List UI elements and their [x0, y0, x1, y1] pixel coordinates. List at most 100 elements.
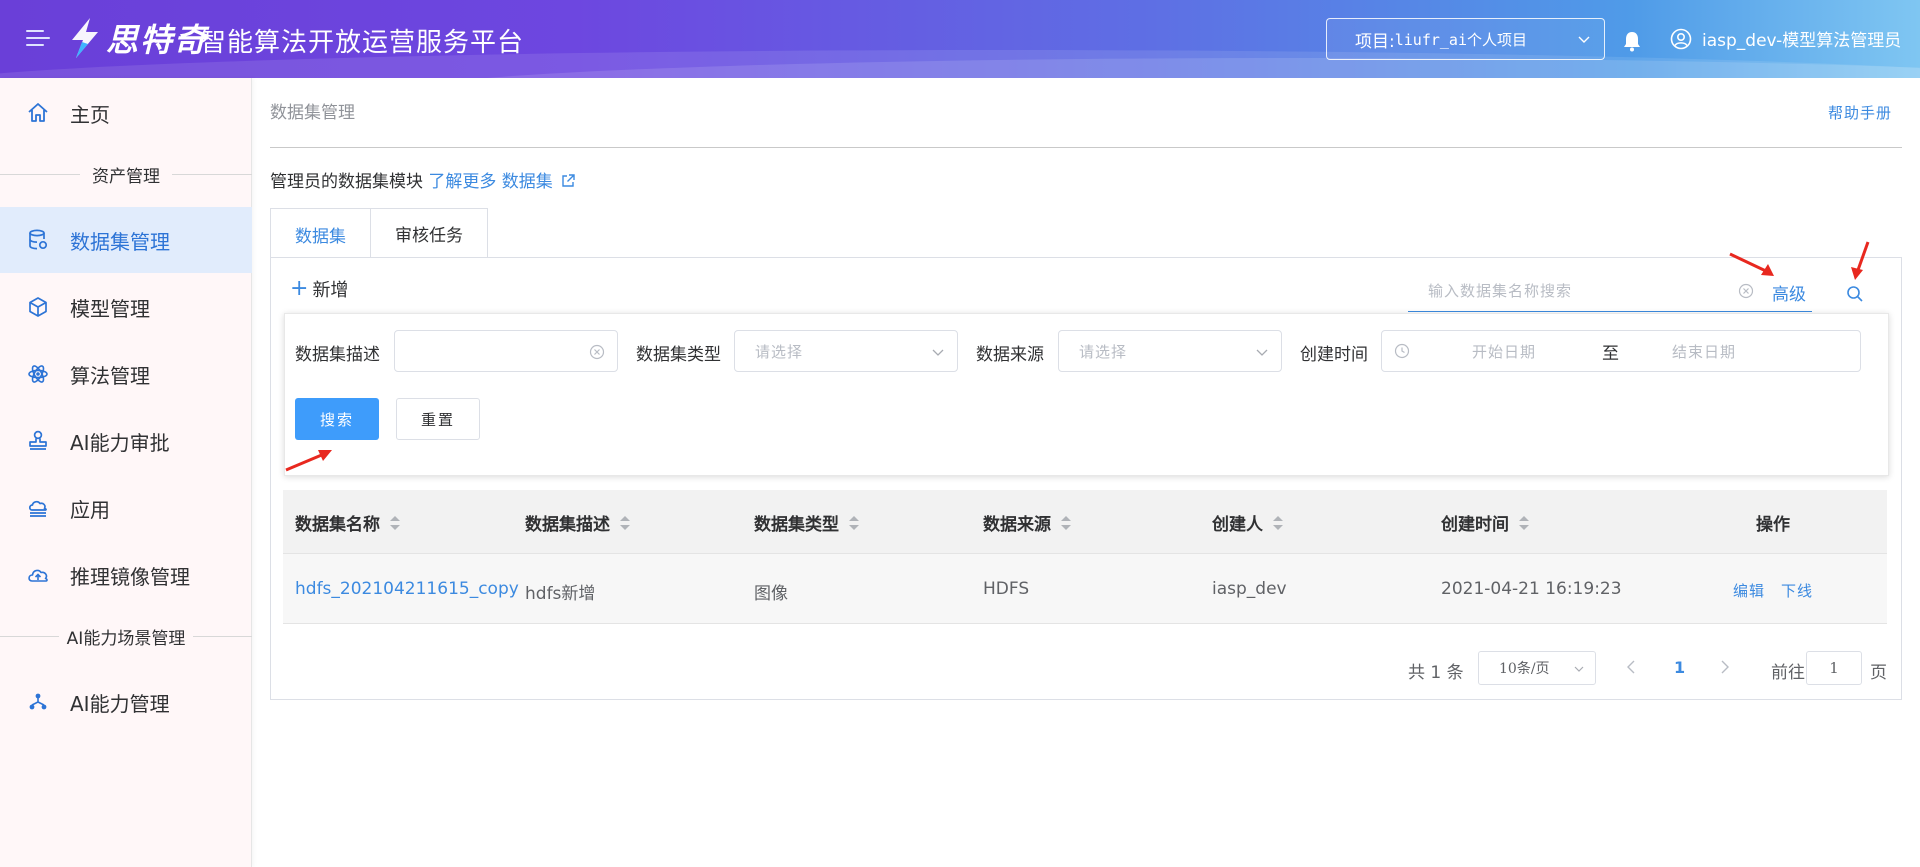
sidebar-item-label: 数据集管理 — [70, 229, 170, 254]
cloud-upload-icon — [28, 569, 48, 582]
page-size-value: 10条/页 — [1499, 661, 1550, 677]
range-separator: 至 — [1602, 343, 1619, 364]
offline-link[interactable]: 下线 — [1781, 580, 1813, 601]
chevron-down-icon — [932, 349, 944, 356]
bell-icon[interactable] — [1622, 30, 1642, 52]
dataset-name-search-input[interactable] — [1428, 281, 1738, 300]
sort-icon[interactable] — [620, 515, 630, 530]
sidebar-item-ai-approval[interactable]: AI能力审批 — [0, 408, 252, 474]
sidebar-item-label: 应用 — [70, 497, 110, 522]
end-date-placeholder: 结束日期 — [1672, 342, 1737, 361]
user-name: iasp_dev-模型算法管理员 — [1702, 31, 1902, 51]
column-header-creator[interactable]: 创建人 — [1212, 510, 1283, 535]
goto-label: 前往 — [1771, 663, 1805, 683]
advanced-search-link[interactable]: 高级 — [1772, 280, 1806, 305]
sort-icon[interactable] — [390, 515, 400, 530]
sidebar-section-title: 资产管理 — [0, 162, 252, 187]
select-placeholder: 请选择 — [1079, 342, 1128, 361]
tab-dataset[interactable]: 数据集 — [270, 208, 370, 259]
plus-icon: + — [290, 276, 309, 301]
goto-page-input[interactable] — [1806, 651, 1862, 685]
cell-created-time: 2021-04-21 16:19:23 — [1441, 579, 1622, 599]
sidebar-item-algorithm[interactable]: 算法管理 — [0, 341, 252, 407]
column-header-description[interactable]: 数据集描述 — [525, 510, 630, 535]
description-input[interactable] — [394, 330, 618, 372]
menu-toggle-icon[interactable] — [26, 28, 50, 48]
filter-label-created-time: 创建时间 — [1300, 345, 1368, 365]
learn-more-link[interactable]: 了解更多 数据集 — [428, 172, 576, 192]
sort-icon[interactable] — [1519, 515, 1529, 530]
project-select[interactable]: 项目: liufr_ai个人项目 — [1326, 18, 1605, 60]
clear-icon[interactable] — [589, 344, 605, 360]
filter-label-type: 数据集类型 — [636, 345, 721, 365]
platform-title: 智能算法开放运营服务平台 — [200, 28, 525, 58]
column-header-source[interactable]: 数据来源 — [983, 510, 1071, 535]
sort-icon[interactable] — [1061, 515, 1071, 530]
add-label: 新增 — [312, 280, 349, 301]
column-header-type[interactable]: 数据集类型 — [754, 510, 859, 535]
cell-source: HDFS — [983, 579, 1030, 599]
intro-text: 管理员的数据集模块 了解更多 数据集 — [270, 167, 576, 192]
filter-label-source: 数据来源 — [976, 345, 1044, 365]
cell-creator: iasp_dev — [1212, 579, 1287, 599]
chevron-down-icon — [1256, 349, 1268, 356]
tab-bar: 数据集 审核任务 — [270, 208, 488, 259]
help-manual-link[interactable]: 帮助手册 — [1828, 102, 1892, 123]
user-menu[interactable]: iasp_dev-模型算法管理员 — [1670, 26, 1901, 51]
sidebar-item-application[interactable]: 应用 — [0, 475, 252, 541]
page-unit-label: 页 — [1870, 663, 1887, 683]
filter-label-description: 数据集描述 — [295, 345, 380, 365]
annotation-arrow — [1729, 252, 1774, 276]
project-label: 项目: — [1355, 31, 1395, 52]
clear-icon[interactable] — [1738, 283, 1754, 299]
sidebar-item-inference-image[interactable]: 推理镜像管理 — [0, 542, 252, 608]
logo: 思特奇 — [68, 16, 208, 60]
top-header: 思特奇 智能算法开放运营服务平台 项目: liufr_ai个人项目 iasp_d… — [0, 0, 1920, 78]
breadcrumb: 数据集管理 — [270, 103, 355, 123]
divider — [270, 147, 1902, 148]
column-header-created-time[interactable]: 创建时间 — [1441, 510, 1529, 535]
search-icon[interactable] — [1846, 285, 1864, 303]
intro-description: 管理员的数据集模块 — [270, 172, 423, 192]
sidebar-item-label: 模型管理 — [70, 296, 150, 321]
reset-button[interactable]: 重置 — [396, 398, 480, 440]
sidebar-item-dataset[interactable]: 数据集管理 — [0, 207, 252, 273]
chevron-left-icon[interactable] — [1624, 658, 1638, 676]
clock-icon — [1394, 343, 1410, 359]
sidebar-item-label: AI能力管理 — [70, 691, 170, 716]
chevron-right-icon[interactable] — [1718, 658, 1732, 676]
column-header-name[interactable]: 数据集名称 — [295, 510, 400, 535]
page-number-current[interactable]: 1 — [1674, 658, 1685, 677]
page-size-select[interactable]: 10条/页 — [1478, 651, 1596, 685]
lightning-bolt-icon — [72, 18, 98, 58]
add-dataset-button[interactable]: + 新增 — [290, 276, 348, 302]
data-source-select[interactable]: 请选择 — [1058, 330, 1282, 372]
table-header — [283, 490, 1887, 554]
start-date-placeholder: 开始日期 — [1472, 342, 1537, 361]
network-icon — [29, 693, 47, 710]
sidebar-item-label: 算法管理 — [70, 363, 150, 388]
cell-type: 图像 — [754, 584, 788, 604]
annotation-arrow — [1851, 241, 1870, 280]
cube-icon — [29, 297, 47, 317]
sidebar-item-label: 主页 — [70, 102, 110, 127]
dataset-type-select[interactable]: 请选择 — [734, 330, 958, 372]
chevron-down-icon — [1578, 36, 1590, 43]
created-date-range-picker[interactable]: 开始日期 至 结束日期 — [1381, 330, 1861, 372]
user-avatar-icon — [1670, 28, 1692, 49]
edit-link[interactable]: 编辑 — [1733, 580, 1765, 601]
dataset-name-link[interactable]: hdfs_202104211615_copy — [295, 579, 519, 599]
sidebar-section-title: AI能力场景管理 — [0, 624, 252, 649]
search-button[interactable]: 搜索 — [295, 398, 379, 440]
sidebar-item-ai-capability[interactable]: AI能力管理 — [0, 669, 252, 735]
chevron-down-icon — [1574, 666, 1584, 672]
sidebar-item-model[interactable]: 模型管理 — [0, 274, 252, 340]
sidebar-item-home[interactable]: 主页 — [0, 80, 252, 146]
cell-description: hdfs新增 — [525, 584, 596, 604]
annotation-arrow — [285, 450, 332, 472]
tab-review-task[interactable]: 审核任务 — [370, 208, 488, 258]
logo-text: 思特奇 — [106, 21, 209, 59]
sort-icon[interactable] — [849, 515, 859, 530]
sort-icon[interactable] — [1273, 515, 1283, 530]
sidebar-item-label: AI能力审批 — [70, 430, 170, 455]
